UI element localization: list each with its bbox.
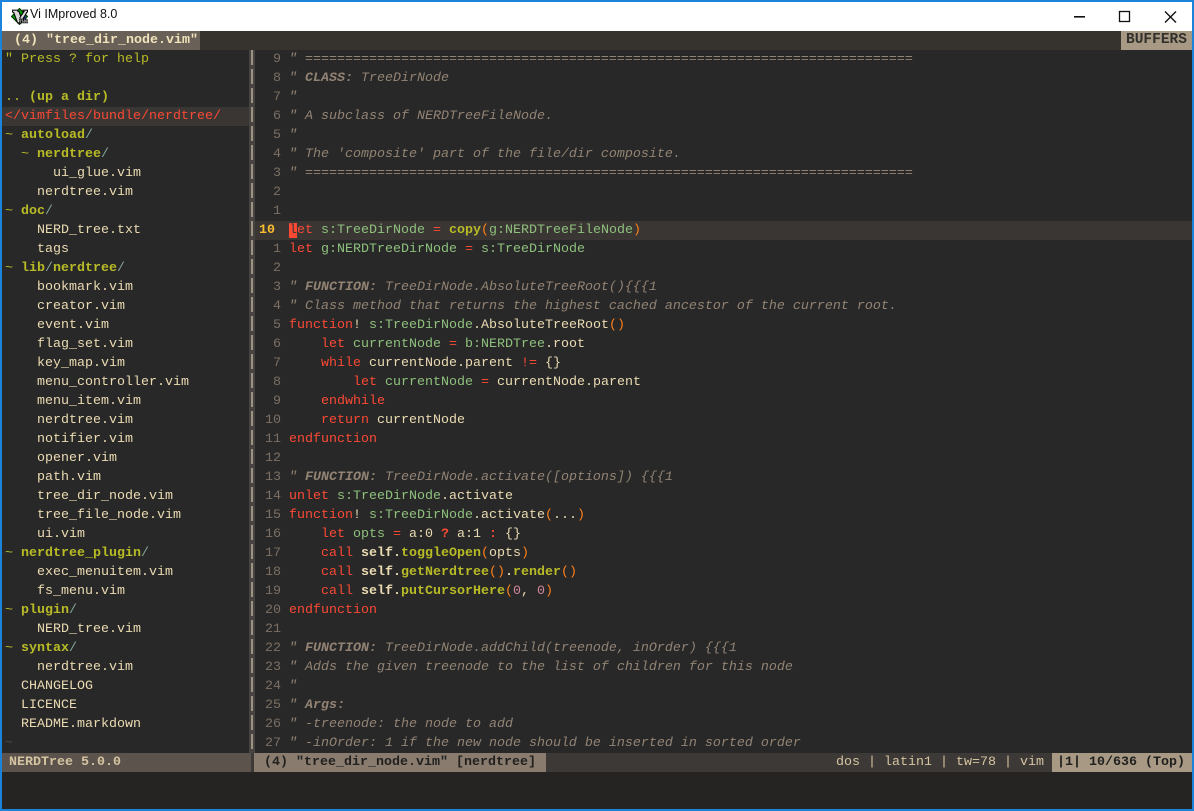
svg-text:im: im: [19, 16, 28, 25]
